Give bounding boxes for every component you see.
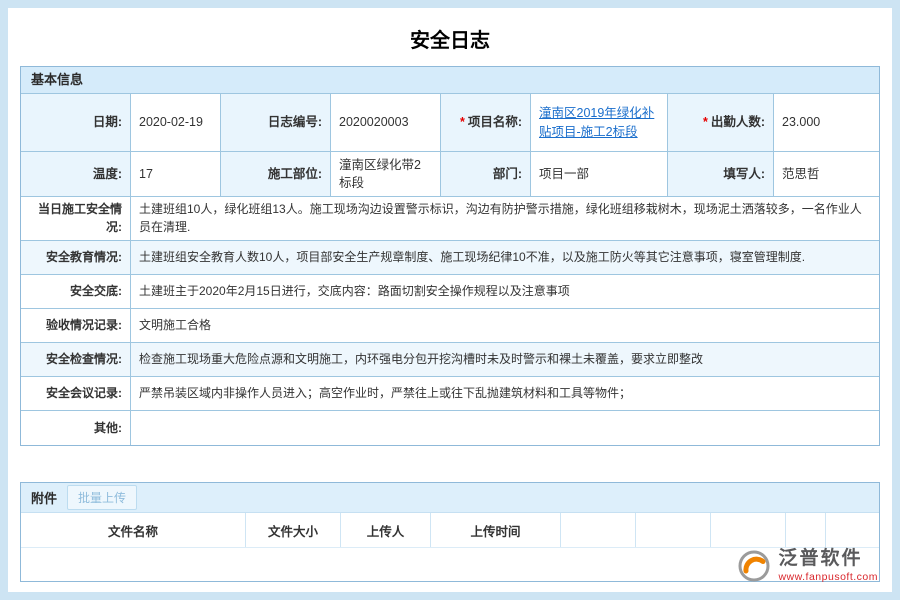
empty-column-header: [636, 513, 711, 547]
temperature-value: 17: [131, 152, 221, 197]
safety-meeting-row: 安全会议记录: 严禁吊装区域内非操作人员进入；高空作业时，严禁往上或往下乱抛建筑…: [21, 377, 879, 411]
empty-column-header: [786, 513, 826, 547]
safety-disclosure-value: 土建班主于2020年2月15日进行，交底内容：路面切割安全操作规程以及注意事项: [131, 275, 879, 309]
project-name-label-text: 项目名称:: [468, 113, 522, 131]
form-row-2: 温度: 17 施工部位: 潼南区绿化带2标段 部门: 项目一部 填写人: 范思哲: [21, 152, 879, 197]
uploader-column-header: 上传人: [341, 513, 431, 547]
safety-education-label: 安全教育情况:: [21, 241, 131, 275]
brand-website: www.fanpusoft.com: [778, 572, 878, 584]
file-name-column-header: 文件名称: [21, 513, 246, 547]
empty-column-header: [561, 513, 636, 547]
safety-disclosure-label: 安全交底:: [21, 275, 131, 309]
safety-inspection-label: 安全检查情况:: [21, 343, 131, 377]
project-name-link[interactable]: 潼南区2019年绿化补贴项目-施工2标段: [539, 104, 659, 140]
log-number-label: 日志编号:: [221, 94, 331, 152]
daily-safety-label: 当日施工安全情况:: [21, 197, 131, 241]
main-panel: 安全日志 基本信息 日期: 2020-02-19 日志编号: 202002000…: [8, 8, 892, 592]
acceptance-record-value: 文明施工合格: [131, 309, 879, 343]
other-row: 其他:: [21, 411, 879, 445]
form-row-1: 日期: 2020-02-19 日志编号: 2020020003 * 项目名称: …: [21, 94, 879, 152]
page-title: 安全日志: [8, 8, 892, 66]
safety-inspection-value: 检查施工现场重大危险点源和文明施工，内环强电分包开挖沟槽时未及时警示和裸土未覆盖…: [131, 343, 879, 377]
safety-disclosure-row: 安全交底: 土建班主于2020年2月15日进行，交底内容：路面切割安全操作规程以…: [21, 275, 879, 309]
acceptance-record-label: 验收情况记录:: [21, 309, 131, 343]
construction-part-value: 潼南区绿化带2标段: [331, 152, 441, 197]
daily-safety-value: 土建班组10人，绿化班组13人。施工现场沟边设置警示标识，沟边有防护警示措施，绿…: [131, 197, 879, 241]
date-label: 日期:: [21, 94, 131, 152]
attendance-value: 23.000: [774, 94, 879, 152]
other-value: [131, 411, 879, 445]
attendance-label: * 出勤人数:: [668, 94, 774, 152]
fanpu-logo-icon: [736, 548, 772, 584]
safety-meeting-value: 严禁吊装区域内非操作人员进入；高空作业时，严禁往上或往下乱抛建筑材料和工具等物件…: [131, 377, 879, 411]
acceptance-record-row: 验收情况记录: 文明施工合格: [21, 309, 879, 343]
attachments-title: 附件: [31, 488, 57, 507]
other-label: 其他:: [21, 411, 131, 445]
temperature-label: 温度:: [21, 152, 131, 197]
construction-part-label: 施工部位:: [221, 152, 331, 197]
required-marker: *: [703, 113, 708, 131]
brand-text: 泛普软件 www.fanpusoft.com: [778, 549, 878, 583]
attachments-header: 附件 批量上传: [21, 483, 879, 513]
batch-upload-button[interactable]: 批量上传: [67, 485, 137, 510]
safety-inspection-row: 安全检查情况: 检查施工现场重大危险点源和文明施工，内环强电分包开挖沟槽时未及时…: [21, 343, 879, 377]
department-value: 项目一部: [531, 152, 668, 197]
empty-column-header: [711, 513, 786, 547]
basic-info-section: 基本信息 日期: 2020-02-19 日志编号: 2020020003 * 项…: [20, 66, 880, 446]
safety-meeting-label: 安全会议记录:: [21, 377, 131, 411]
required-marker: *: [460, 113, 465, 131]
writer-label: 填写人:: [668, 152, 774, 197]
file-size-column-header: 文件大小: [246, 513, 341, 547]
date-value: 2020-02-19: [131, 94, 221, 152]
safety-education-value: 土建班组安全教育人数10人，项目部安全生产规章制度、施工现场纪律10不准，以及施…: [131, 241, 879, 275]
safety-education-row: 安全教育情况: 土建班组安全教育人数10人，项目部安全生产规章制度、施工现场纪律…: [21, 241, 879, 275]
brand-name: 泛普软件: [778, 549, 878, 570]
department-label: 部门:: [441, 152, 531, 197]
project-name-label: * 项目名称:: [441, 94, 531, 152]
daily-safety-row: 当日施工安全情况: 土建班组10人，绿化班组13人。施工现场沟边设置警示标识，沟…: [21, 197, 879, 241]
project-name-value: 潼南区2019年绿化补贴项目-施工2标段: [531, 94, 668, 152]
attendance-label-text: 出勤人数:: [711, 113, 765, 131]
brand-logo: 泛普软件 www.fanpusoft.com: [736, 548, 878, 584]
attachments-table-header: 文件名称 文件大小 上传人 上传时间: [21, 513, 879, 548]
empty-column-header: [826, 513, 879, 547]
writer-value: 范思哲: [774, 152, 879, 197]
basic-info-section-title: 基本信息: [21, 67, 879, 94]
log-number-value: 2020020003: [331, 94, 441, 152]
upload-time-column-header: 上传时间: [431, 513, 561, 547]
